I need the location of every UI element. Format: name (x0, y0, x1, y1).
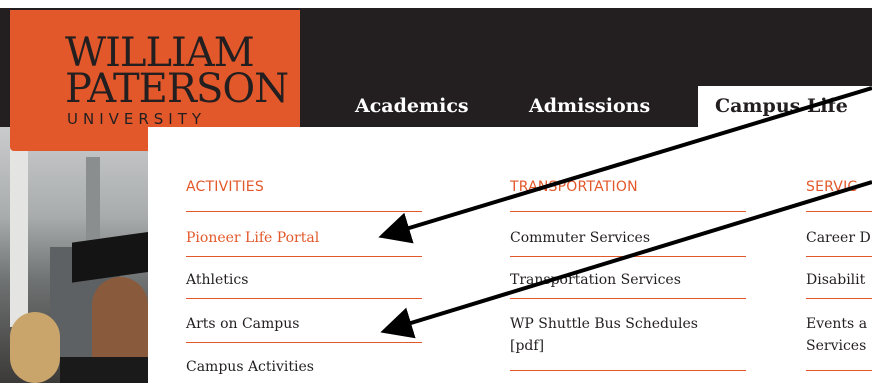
menu-link-career[interactable]: Career D (806, 227, 871, 249)
logo-line-paterson: PATERSON (65, 66, 289, 112)
menu-link-campus-activities[interactable]: Campus Activities (186, 356, 314, 378)
nav-tab-campus-life-label: Campus Life (715, 95, 848, 117)
hero-photo-column (10, 147, 28, 327)
menu-link-commuter-services[interactable]: Commuter Services (510, 227, 650, 249)
nav-tab-campus-life[interactable]: Campus Life (698, 86, 872, 127)
nav-tab-admissions[interactable]: Admissions (529, 95, 650, 117)
menu-link-shuttle-bus-schedules-pdf[interactable]: [pdf] (510, 335, 544, 357)
menu-divider (806, 211, 872, 212)
menu-divider (806, 298, 872, 299)
mega-menu-dropdown: ACTIVITIES Pioneer Life Portal Athletics… (148, 127, 872, 383)
menu-heading-services: SERVIC (806, 179, 858, 195)
menu-divider (186, 298, 422, 299)
menu-link-disability[interactable]: Disabilit (806, 269, 865, 291)
menu-heading-transportation: TRANSPORTATION (510, 179, 638, 195)
menu-divider (806, 256, 872, 257)
menu-link-athletics[interactable]: Athletics (186, 269, 248, 291)
menu-link-events[interactable]: Events a (806, 313, 867, 335)
menu-divider (186, 211, 422, 212)
menu-divider (186, 342, 422, 343)
hero-photo-gown (60, 357, 148, 383)
menu-link-transportation-services[interactable]: Transportation Services (510, 269, 681, 291)
menu-divider (510, 298, 746, 299)
hero-photo (0, 127, 148, 383)
hero-photo-graduate (92, 277, 148, 367)
menu-divider (510, 256, 746, 257)
menu-link-services[interactable]: Services (806, 335, 866, 357)
menu-link-arts-on-campus[interactable]: Arts on Campus (186, 313, 299, 335)
page-top-strip (0, 0, 872, 8)
hero-photo-person (10, 312, 60, 383)
menu-divider (806, 370, 872, 371)
logo-line-university: UNIVERSITY (67, 110, 207, 128)
menu-divider (510, 211, 746, 212)
menu-link-shuttle-bus-schedules[interactable]: WP Shuttle Bus Schedules (510, 313, 698, 335)
menu-link-pioneer-life-portal[interactable]: Pioneer Life Portal (186, 227, 319, 249)
menu-divider (510, 370, 746, 371)
hero-photo-graduation-cap (72, 231, 148, 283)
menu-heading-activities: ACTIVITIES (186, 179, 264, 195)
menu-divider (186, 256, 422, 257)
nav-tab-academics[interactable]: Academics (355, 95, 469, 117)
